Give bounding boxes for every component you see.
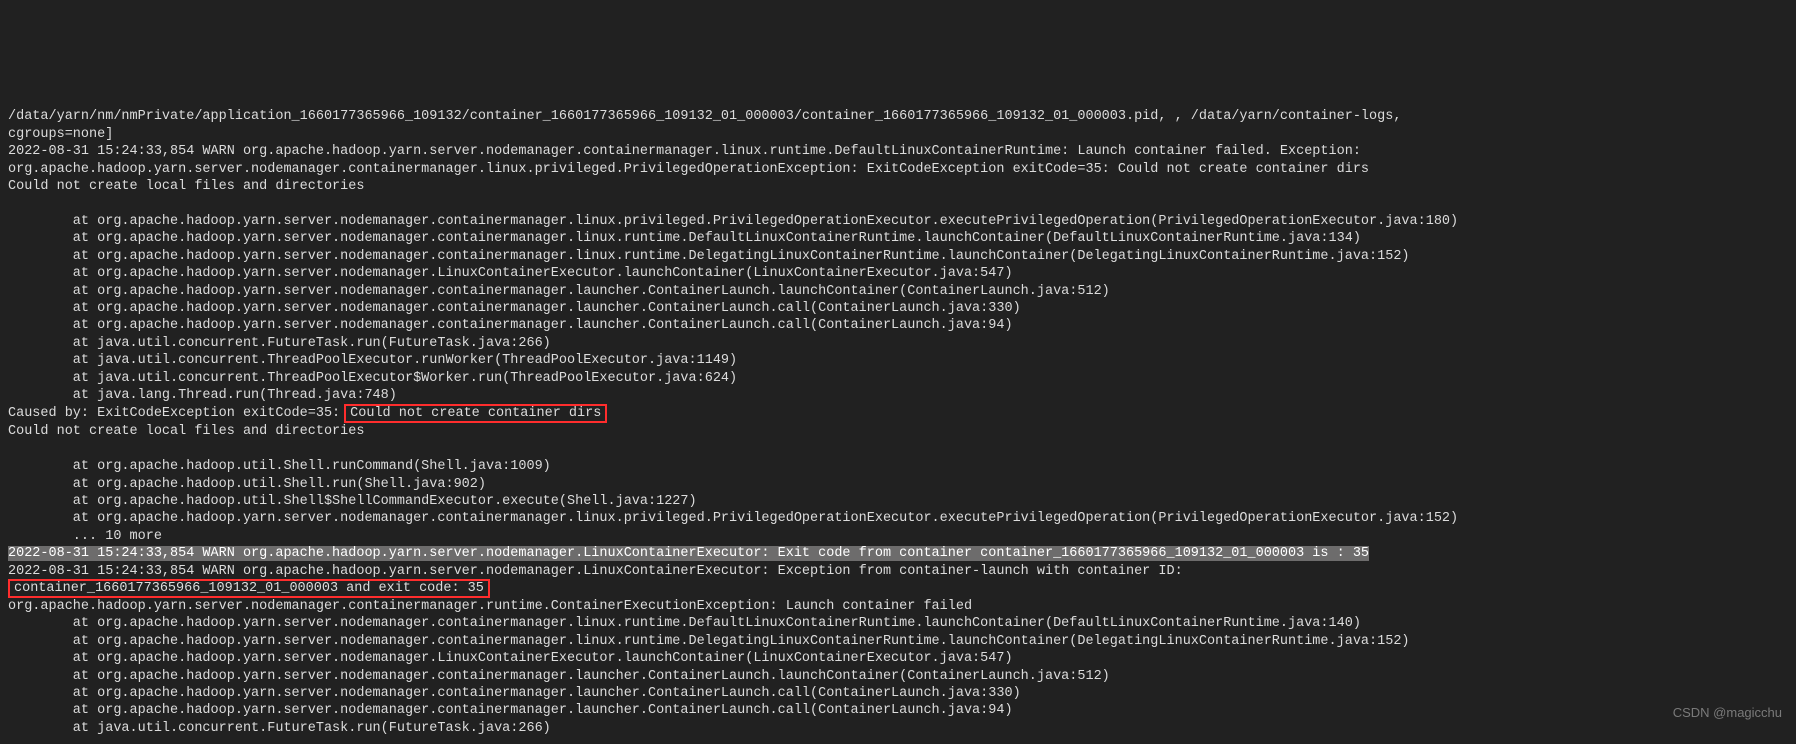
stack-trace-line: at org.apache.hadoop.yarn.server.nodeman… xyxy=(8,686,1021,701)
stack-trace-line: at org.apache.hadoop.util.Shell.run(Shel… xyxy=(8,477,486,492)
exception-line: org.apache.hadoop.yarn.server.nodemanage… xyxy=(8,599,972,614)
stack-trace-line: at org.apache.hadoop.yarn.server.nodeman… xyxy=(8,634,1410,649)
stack-trace-line: at org.apache.hadoop.yarn.server.nodeman… xyxy=(8,703,1013,718)
log-line-blank xyxy=(8,442,16,457)
stack-trace-line: at org.apache.hadoop.util.Shell.runComma… xyxy=(8,459,551,474)
caused-by-prefix: Caused by: ExitCodeException exitCode=35… xyxy=(8,406,340,421)
stack-trace-line: at org.apache.hadoop.yarn.server.nodeman… xyxy=(8,511,1458,526)
stack-trace-line: at org.apache.hadoop.yarn.server.nodeman… xyxy=(8,301,1021,316)
stack-trace-line: at java.util.concurrent.ThreadPoolExecut… xyxy=(8,353,737,368)
stack-trace-line: at org.apache.hadoop.yarn.server.nodeman… xyxy=(8,318,1013,333)
stack-trace-line: at java.lang.Thread.run(Thread.java:748) xyxy=(8,388,397,403)
log-line-blank xyxy=(8,196,16,211)
stack-trace-line: at org.apache.hadoop.yarn.server.nodeman… xyxy=(8,266,1013,281)
highlight-box-could-not-create-container-dirs: Could not create container dirs xyxy=(344,404,607,423)
caused-by-line: Caused by: ExitCodeException exitCode=35… xyxy=(8,406,607,421)
highlight-box-container-exit-code: container_1660177365966_109132_01_000003… xyxy=(8,579,490,598)
log-line: cgroups=none] xyxy=(8,127,113,142)
selected-log-line[interactable]: 2022-08-31 15:24:33,854 WARN org.apache.… xyxy=(8,546,1369,561)
terminal-log-output[interactable]: /data/yarn/nm/nmPrivate/application_1660… xyxy=(0,87,1796,737)
log-line: Could not create local files and directo… xyxy=(8,179,364,194)
watermark-text: CSDN @magicchu xyxy=(1673,704,1782,721)
stack-trace-line: at org.apache.hadoop.yarn.server.nodeman… xyxy=(8,616,1361,631)
stack-trace-line: at org.apache.hadoop.yarn.server.nodeman… xyxy=(8,249,1410,264)
stack-trace-line: at java.util.concurrent.FutureTask.run(F… xyxy=(8,336,551,351)
log-line: Could not create local files and directo… xyxy=(8,424,364,439)
stack-trace-line: at org.apache.hadoop.yarn.server.nodeman… xyxy=(8,651,1013,666)
log-line: org.apache.hadoop.yarn.server.nodemanage… xyxy=(8,162,1369,177)
stack-trace-line: at org.apache.hadoop.yarn.server.nodeman… xyxy=(8,669,1110,684)
log-line-warn: 2022-08-31 15:24:33,854 WARN org.apache.… xyxy=(8,564,1183,579)
stack-trace-line: at org.apache.hadoop.yarn.server.nodeman… xyxy=(8,214,1458,229)
stack-trace-line: at org.apache.hadoop.yarn.server.nodeman… xyxy=(8,231,1361,246)
stack-trace-line: at org.apache.hadoop.util.Shell$ShellCom… xyxy=(8,494,697,509)
log-line-warn: 2022-08-31 15:24:33,854 WARN org.apache.… xyxy=(8,144,1361,159)
stack-trace-line: at org.apache.hadoop.yarn.server.nodeman… xyxy=(8,284,1110,299)
container-id-line: container_1660177365966_109132_01_000003… xyxy=(8,581,490,596)
stack-trace-line: at java.util.concurrent.ThreadPoolExecut… xyxy=(8,371,737,386)
log-line: /data/yarn/nm/nmPrivate/application_1660… xyxy=(8,109,1401,124)
stack-trace-line: ... 10 more xyxy=(8,529,162,544)
stack-trace-line: at java.util.concurrent.FutureTask.run(F… xyxy=(8,721,551,736)
